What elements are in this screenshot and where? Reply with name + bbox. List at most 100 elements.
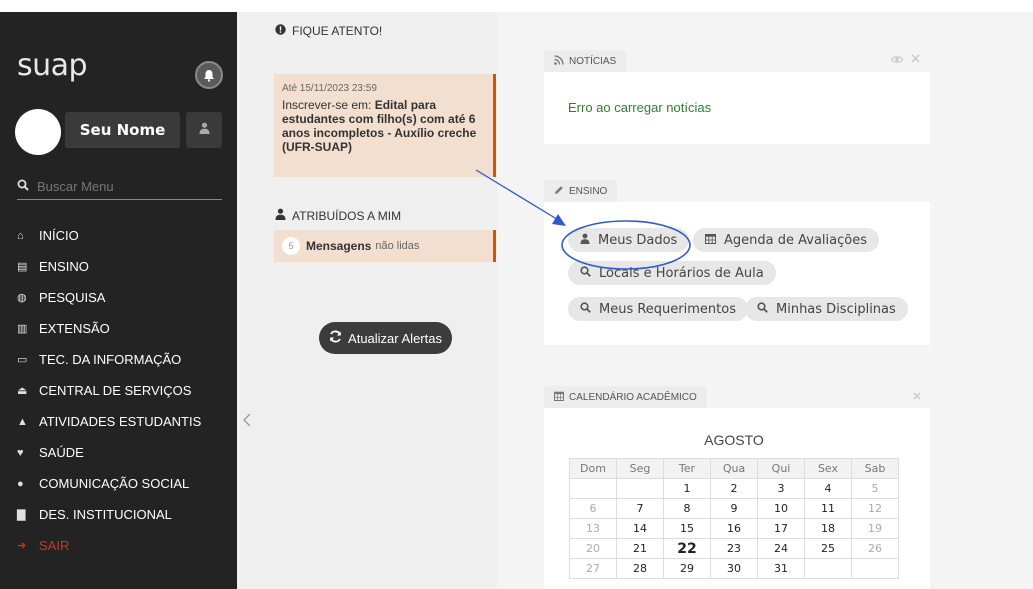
calendar-weekday: Qua [710, 458, 758, 479]
sidebar-item-sa-de[interactable]: ♥ SAÚDE [17, 437, 232, 468]
eye-icon[interactable] [890, 54, 904, 67]
locais-horarios-label: Locais e Horários de Aula [599, 265, 764, 281]
calendar-day[interactable]: 7 [616, 498, 664, 519]
calendar-day[interactable]: 15 [663, 518, 711, 539]
messages-label[interactable]: Mensagens [306, 239, 371, 253]
calendar-empty-cell [616, 478, 664, 499]
app-logo[interactable]: suap [17, 48, 88, 83]
sidebar-item-label: PESQUISA [39, 290, 106, 305]
calendar-day[interactable]: 11 [804, 498, 852, 519]
calendar-day[interactable]: 19 [851, 518, 899, 539]
calendar-month: AGOSTO [704, 432, 764, 448]
calendar-day[interactable]: 13 [569, 518, 617, 539]
locais-horarios-link[interactable]: Locais e Horários de Aula [568, 261, 776, 285]
unread-messages-card[interactable]: 5 Mensagens não lidas [274, 230, 496, 262]
calendar-day[interactable]: 12 [851, 498, 899, 519]
calendar-weekday: Ter [663, 458, 711, 479]
sidebar-item-in-cio[interactable]: ⌂ INÍCIO [17, 220, 232, 251]
calendar-day[interactable]: 6 [569, 498, 617, 519]
refresh-icon [329, 330, 342, 346]
calendar-weekday: Seg [616, 458, 664, 479]
sidebar-item-extens-o[interactable]: ▥ EXTENSÃO [17, 313, 232, 344]
sidebar-item-sair[interactable]: ➜ SAIR [17, 530, 232, 561]
sidebar-item-label: ATIVIDADES ESTUDANTIS [39, 414, 202, 429]
user-name-button[interactable]: Seu Nome [65, 112, 180, 148]
sidebar-item-comunica-o-social[interactable]: ● COMUNICAÇÃO SOCIAL [17, 468, 232, 499]
calendar-day[interactable]: 26 [851, 538, 899, 559]
refresh-label: Atualizar Alertas [348, 330, 442, 346]
sidebar-item-label: TEC. DA INFORMAÇÃO [39, 352, 182, 367]
calendar-day[interactable]: 18 [804, 518, 852, 539]
close-icon[interactable] [913, 390, 921, 403]
close-icon[interactable] [911, 53, 920, 66]
app-root: suap Seu Nome ⌂ INÍCIO ▤ ENSINO ◍ PESQUISA ▥ EX… [0, 0, 1033, 589]
sidebar-item-tec-da-informa-o[interactable]: ▭ TEC. DA INFORMAÇÃO [17, 344, 232, 375]
alerts-title: FIQUE ATENTO! [292, 24, 383, 38]
minhas-disciplinas-label: Minhas Disciplinas [776, 301, 896, 317]
sidebar: suap Seu Nome ⌂ INÍCIO ▤ ENSINO ◍ PESQUISA ▥ EX… [0, 12, 237, 589]
user-icon [199, 122, 210, 138]
alerts-heading: FIQUE ATENTO! [275, 24, 382, 38]
calendar-day[interactable]: 4 [804, 478, 852, 499]
building-icon: ▥ [17, 323, 28, 335]
meus-dados-label: Meus Dados [598, 232, 678, 248]
calendar-day[interactable]: 25 [804, 538, 852, 559]
avatar[interactable] [15, 109, 61, 155]
calendar-day[interactable]: 31 [757, 558, 805, 579]
home-icon: ⌂ [17, 229, 24, 242]
calendar-day[interactable]: 17 [757, 518, 805, 539]
calendar-day[interactable]: 8 [663, 498, 711, 519]
minhas-disciplinas-link[interactable]: Minhas Disciplinas [745, 297, 908, 321]
calendar-day[interactable]: 9 [710, 498, 758, 519]
sidebar-item-ensino[interactable]: ▤ ENSINO [17, 251, 232, 282]
calendar-empty-cell [804, 558, 852, 579]
calendar-day[interactable]: 29 [663, 558, 711, 579]
rss-icon [554, 54, 564, 68]
calendar-weekday: Qui [757, 458, 805, 479]
sidebar-item-central-de-servi-os[interactable]: ⏏ CENTRAL DE SERVIÇOS [17, 375, 232, 406]
notification-bell-icon[interactable] [195, 61, 223, 89]
news-error-text: Erro ao carregar notícias [568, 100, 712, 115]
user-profile-button[interactable] [186, 112, 222, 148]
alert-date: Até 15/11/2023 23:59 [282, 83, 377, 94]
calendar-day[interactable]: 21 [616, 538, 664, 559]
sidebar-item-pesquisa[interactable]: ◍ PESQUISA [17, 282, 232, 313]
sidebar-item-label: DES. INSTITUCIONAL [39, 507, 172, 522]
calendar-grid: Dom Seg Ter Qua Qui Sex Sab 1 2 3 4 5 6 7 8 9 10 11 12 13 1… [569, 458, 899, 579]
calendar-day[interactable]: 1 [663, 478, 711, 499]
calendar-day[interactable]: 20 [569, 538, 617, 559]
calendar-day[interactable]: 3 [757, 478, 805, 499]
graduation-cap-icon: ▲ [17, 415, 28, 428]
sidebar-item-label: ENSINO [39, 259, 89, 274]
calendar-day[interactable]: 16 [710, 518, 758, 539]
meus-dados-link[interactable]: Meus Dados [568, 228, 690, 252]
alert-card[interactable]: Até 15/11/2023 23:59 Inscrever-se em: Ed… [274, 74, 496, 177]
calendar-day[interactable]: 5 [851, 478, 899, 499]
search-menu-input[interactable] [37, 179, 207, 194]
calendar-day[interactable]: 22 [663, 538, 711, 559]
alert-text[interactable]: Inscrever-se em: Edital para estudantes … [282, 98, 485, 154]
sidebar-item-des-institucional[interactable]: ▇ DES. INSTITUCIONAL [17, 499, 232, 530]
calendar-week-row: 6 7 8 9 10 11 12 [569, 498, 899, 519]
calendar-day[interactable]: 28 [616, 558, 664, 579]
agenda-avaliacoes-link[interactable]: Agenda de Avaliações [693, 228, 879, 252]
calendar-day[interactable]: 24 [757, 538, 805, 559]
count-badge: 5 [282, 237, 300, 255]
calendar-day[interactable]: 10 [757, 498, 805, 519]
pencil-icon [554, 185, 564, 198]
search-icon [17, 179, 29, 195]
calendar-day[interactable]: 30 [710, 558, 758, 579]
calendar-day[interactable]: 2 [710, 478, 758, 499]
collapse-sidebar-chevron-left-icon[interactable] [243, 412, 251, 431]
unread-suffix: não lidas [375, 240, 420, 252]
exclamation-circle-icon [275, 24, 286, 38]
alert-prefix: Inscrever-se em: [282, 98, 375, 112]
calendar-day[interactable]: 23 [710, 538, 758, 559]
refresh-alerts-button[interactable]: Atualizar Alertas [319, 322, 452, 354]
meus-requerimentos-link[interactable]: Meus Requerimentos [568, 297, 748, 321]
calendar-day[interactable]: 14 [616, 518, 664, 539]
sidebar-item-atividades-estudantis[interactable]: ▲ ATIVIDADES ESTUDANTIS [17, 406, 232, 437]
laptop-icon: ▭ [17, 354, 28, 366]
calendar-day[interactable]: 27 [569, 558, 617, 579]
search-icon [580, 266, 591, 280]
